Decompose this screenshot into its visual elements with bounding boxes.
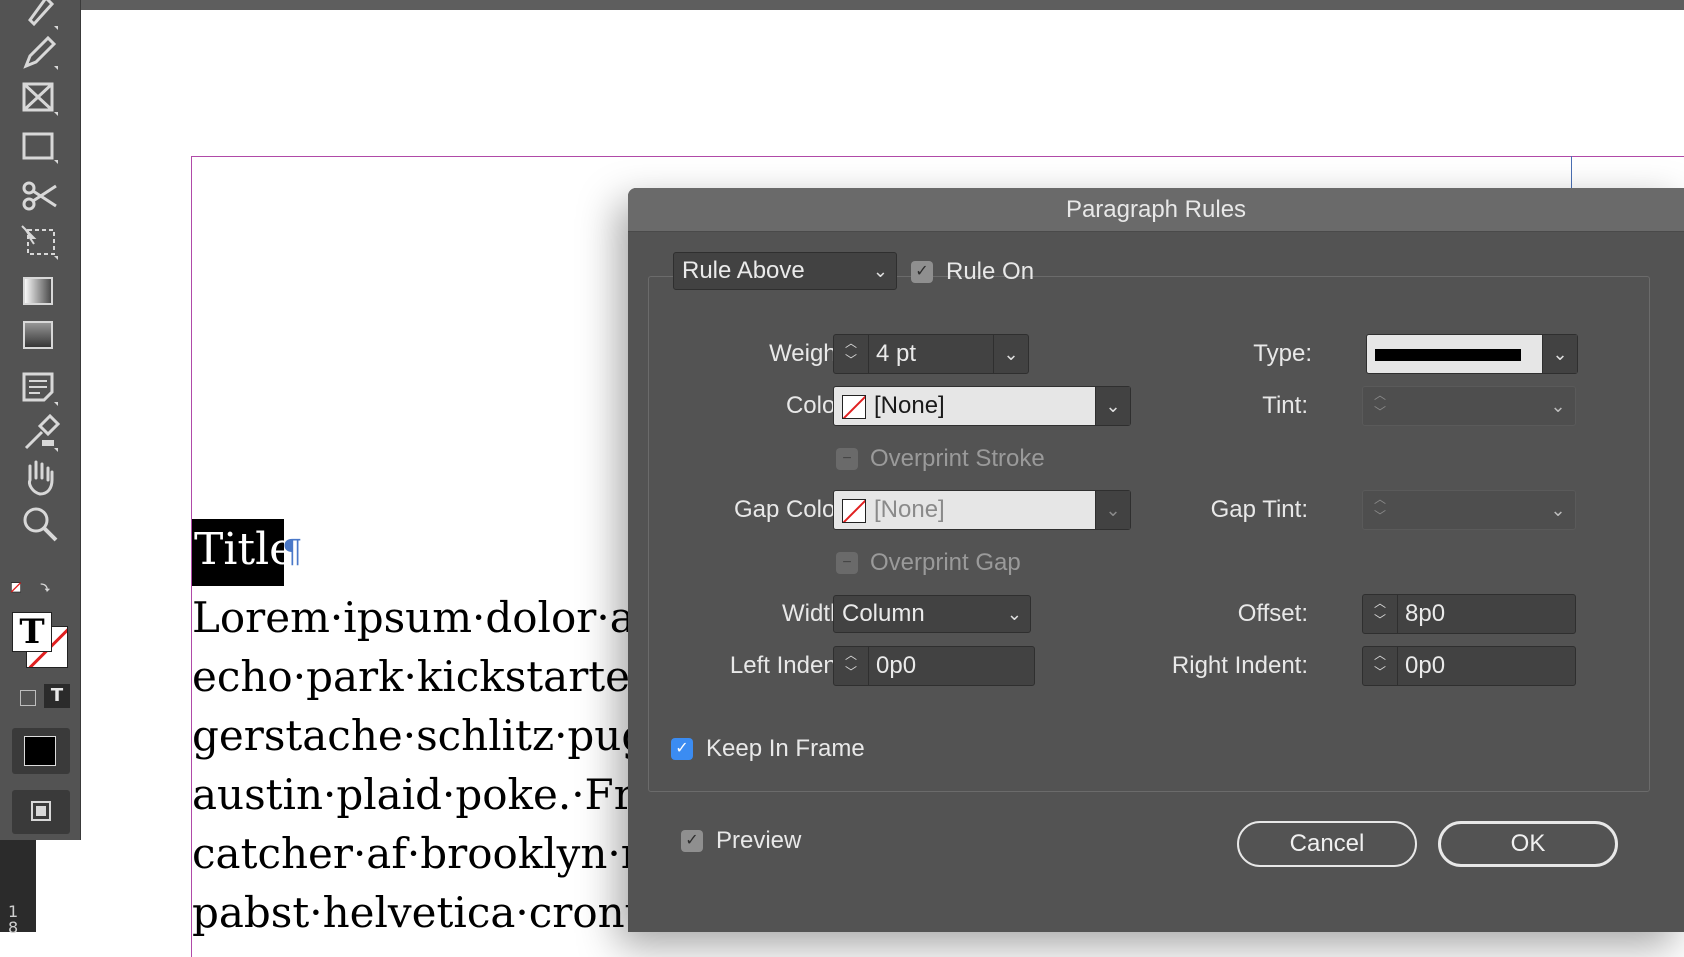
solid-stroke-preview (1375, 349, 1521, 361)
chevron-down-icon[interactable]: ⌄ (1095, 387, 1130, 425)
chevron-down-icon[interactable]: ⌄ (1095, 491, 1130, 529)
vertical-ruler: 1 8 (0, 840, 36, 937)
offset-field[interactable]: ︿ ﹀ 8p0 (1362, 594, 1576, 634)
document-body-text[interactable]: Lorem·ipsum·dolor·am echo·park·kickstart… (192, 588, 632, 942)
pencil-icon[interactable] (20, 32, 60, 72)
free-transform-icon[interactable] (20, 222, 60, 262)
chevron-down-icon: ⌄ (872, 261, 888, 281)
stroke-type-select[interactable]: ⌄ (1366, 334, 1578, 374)
preview-checkbox[interactable]: ✓ (681, 830, 703, 852)
default-fill-stroke-icon[interactable] (10, 570, 70, 600)
type-label: Type: (1253, 340, 1312, 367)
pilcrow-mark: ¶ (282, 532, 303, 570)
chevron-down-icon: ⌄ (1550, 396, 1566, 416)
margin-guide (1571, 156, 1572, 188)
width-select[interactable]: Column ⌄ (833, 595, 1031, 633)
gap-tint-field: ︿ ﹀ ⌄ (1362, 490, 1576, 530)
none-swatch-icon (842, 499, 866, 523)
chevron-down-icon[interactable]: ⌄ (993, 335, 1028, 373)
keep-in-frame-label: Keep In Frame (706, 735, 865, 762)
rule-type-select[interactable]: Rule Above ⌄ (673, 252, 897, 290)
rectangle-icon[interactable] (20, 126, 60, 166)
color-value: [None] (874, 392, 945, 419)
chevron-down-icon[interactable]: ⌄ (1542, 335, 1577, 373)
preview-label: Preview (716, 827, 802, 854)
body-line: austin·plaid·poke.·Free (192, 770, 632, 819)
scissors-icon[interactable] (20, 176, 60, 216)
gap-color-value: [None] (874, 496, 945, 523)
gap-tint-stepper: ︿ ﹀ (1373, 492, 1386, 523)
overprint-stroke-label: Overprint Stroke (870, 445, 1045, 472)
weight-field[interactable]: ︿ ﹀ 4 pt ⌄ (833, 334, 1029, 374)
rule-on-label: Rule On (946, 258, 1035, 285)
rule-type-value: Rule Above (682, 257, 805, 284)
body-line: Lorem·ipsum·dolor·am (192, 593, 632, 642)
screen-mode-icon[interactable] (12, 790, 70, 834)
text-formatting-icon[interactable]: T (44, 684, 70, 708)
hand-icon[interactable] (20, 458, 60, 498)
zoom-icon[interactable] (20, 504, 60, 544)
right-indent-value[interactable]: 0p0 (1405, 647, 1445, 685)
left-indent-stepper[interactable]: ︿ ﹀ (834, 647, 869, 685)
width-label: Width: (781, 600, 850, 627)
ruler-number: 8 (8, 918, 19, 937)
apply-color-swatch[interactable] (12, 728, 70, 774)
offset-label: Offset: (1237, 600, 1308, 627)
color-label: Color: (785, 392, 850, 419)
weight-label: Weight: (769, 340, 850, 367)
tint-field: ︿ ﹀ ⌄ (1362, 386, 1576, 426)
body-line: gerstache·schlitz·pug·a (192, 711, 632, 760)
gradient-swatch-icon[interactable] (20, 272, 60, 312)
container-formatting-icon[interactable] (20, 690, 36, 706)
fill-stroke-swatch[interactable]: T (12, 612, 68, 668)
color-select[interactable]: [None] ⌄ (833, 386, 1131, 426)
right-indent-label: Right Indent: (1171, 652, 1308, 679)
overprint-gap-checkbox: − (836, 552, 858, 574)
chevron-down-icon: ⌄ (1550, 500, 1566, 520)
width-value: Column (842, 600, 925, 627)
cancel-button[interactable]: Cancel (1237, 821, 1417, 867)
right-indent-field[interactable]: ︿ ﹀ 0p0 (1362, 646, 1576, 686)
offset-stepper[interactable]: ︿ ﹀ (1363, 595, 1398, 633)
overprint-stroke-checkbox: − (836, 448, 858, 470)
none-swatch-icon (842, 395, 866, 419)
rule-on-checkbox[interactable]: ✓ (911, 261, 933, 283)
chevron-down-icon: ⌄ (1006, 604, 1022, 624)
body-line: catcher·af·brooklyn·ma (192, 829, 632, 878)
body-line: echo·park·kickstarter·c (192, 652, 632, 701)
right-indent-stepper[interactable]: ︿ ﹀ (1363, 647, 1398, 685)
gap-color-select[interactable]: [None] ⌄ (833, 490, 1131, 530)
document-title-text[interactable]: Title (194, 522, 295, 578)
window-top-bar (0, 0, 1684, 10)
weight-value[interactable]: 4 pt (876, 335, 916, 373)
offset-value[interactable]: 8p0 (1405, 595, 1445, 633)
tools-panel: T T (0, 0, 81, 840)
overprint-gap-label: Overprint Gap (870, 549, 1021, 576)
gap-tint-label: Gap Tint: (1210, 496, 1308, 523)
left-indent-value[interactable]: 0p0 (876, 647, 916, 685)
dialog-title: Paragraph Rules (628, 188, 1684, 232)
left-indent-label: Left Indent: (729, 652, 850, 679)
pen-tool-icon[interactable] (20, 0, 60, 32)
tint-label: Tint: (1262, 392, 1308, 419)
note-icon[interactable] (20, 368, 60, 408)
gap-color-label: Gap Color: (733, 496, 850, 523)
ok-button[interactable]: OK (1438, 821, 1618, 867)
body-line: pabst·helvetica·cronut. (192, 888, 632, 937)
tint-stepper: ︿ ﹀ (1373, 388, 1386, 419)
gradient-feather-icon[interactable] (20, 316, 60, 356)
text-fill-swatch[interactable]: T (12, 612, 52, 652)
rectangle-frame-icon[interactable] (20, 78, 60, 118)
keep-in-frame-checkbox[interactable]: ✓ (671, 738, 693, 760)
left-indent-field[interactable]: ︿ ﹀ 0p0 (833, 646, 1035, 686)
eyedropper-icon[interactable] (20, 414, 60, 454)
weight-stepper[interactable]: ︿ ﹀ (834, 335, 869, 373)
paragraph-rules-dialog: Paragraph Rules Rule Above ⌄ ✓ Rule On W… (628, 188, 1684, 932)
